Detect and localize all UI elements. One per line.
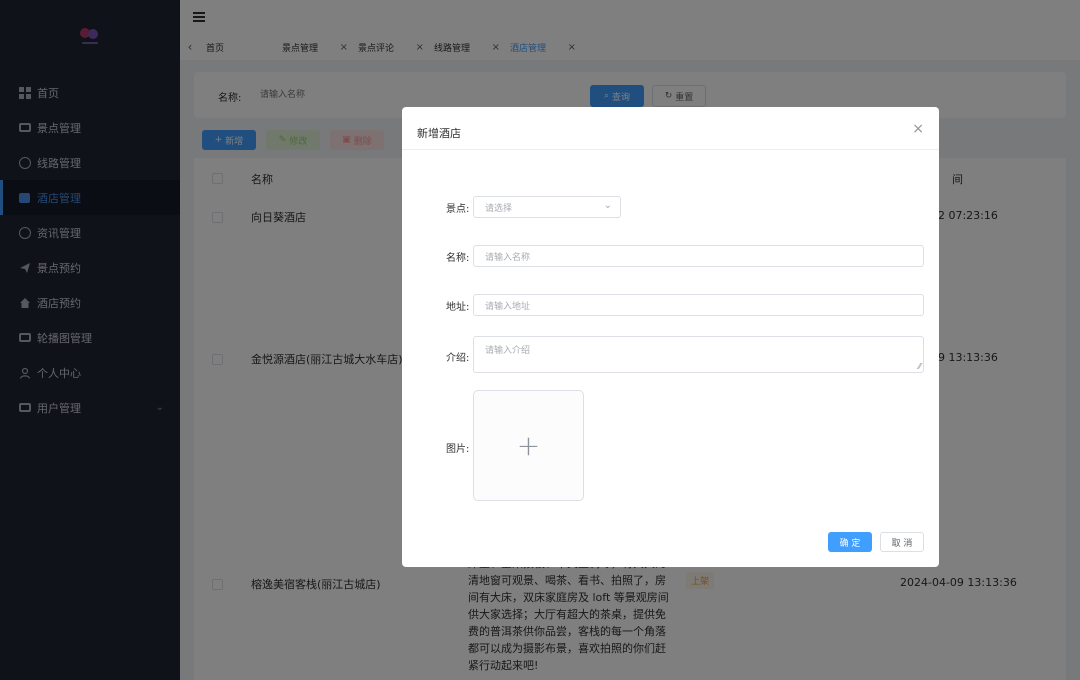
intro-textarea[interactable]: 请输入介绍 ⁄⁄ bbox=[473, 336, 924, 373]
intro-label: 介绍: bbox=[446, 353, 470, 364]
cancel-button-label: 取 消 bbox=[891, 538, 913, 549]
name-label: 名称: bbox=[446, 253, 470, 264]
spot-select[interactable]: 请选择 ⌄ bbox=[473, 196, 621, 218]
resize-handle-icon[interactable]: ⁄⁄ bbox=[918, 362, 921, 371]
image-label: 图片: bbox=[446, 444, 470, 455]
name-field-placeholder: 请输入名称 bbox=[485, 252, 531, 263]
confirm-button-label: 确 定 bbox=[839, 538, 861, 549]
chevron-down-icon: ⌄ bbox=[603, 200, 612, 211]
dialog-divider bbox=[402, 149, 939, 150]
confirm-button[interactable]: 确 定 bbox=[828, 532, 872, 552]
spot-label: 景点: bbox=[446, 204, 470, 215]
plus-icon: + bbox=[516, 429, 541, 462]
cancel-button[interactable]: 取 消 bbox=[880, 532, 924, 552]
dialog-title: 新增酒店 bbox=[417, 127, 461, 140]
address-field[interactable]: 请输入地址 bbox=[473, 294, 924, 316]
spot-select-placeholder: 请选择 bbox=[485, 203, 513, 214]
intro-textarea-placeholder: 请输入介绍 bbox=[485, 346, 531, 356]
address-field-placeholder: 请输入地址 bbox=[485, 301, 531, 312]
name-field[interactable]: 请输入名称 bbox=[473, 245, 924, 267]
image-uploader[interactable]: + bbox=[473, 390, 584, 501]
add-hotel-dialog: 新增酒店 × 景点: 请选择 ⌄ 名称: 请输入名称 地址: 请输入地址 介绍:… bbox=[402, 107, 939, 567]
close-icon[interactable]: × bbox=[912, 121, 924, 137]
address-label: 地址: bbox=[446, 302, 470, 313]
